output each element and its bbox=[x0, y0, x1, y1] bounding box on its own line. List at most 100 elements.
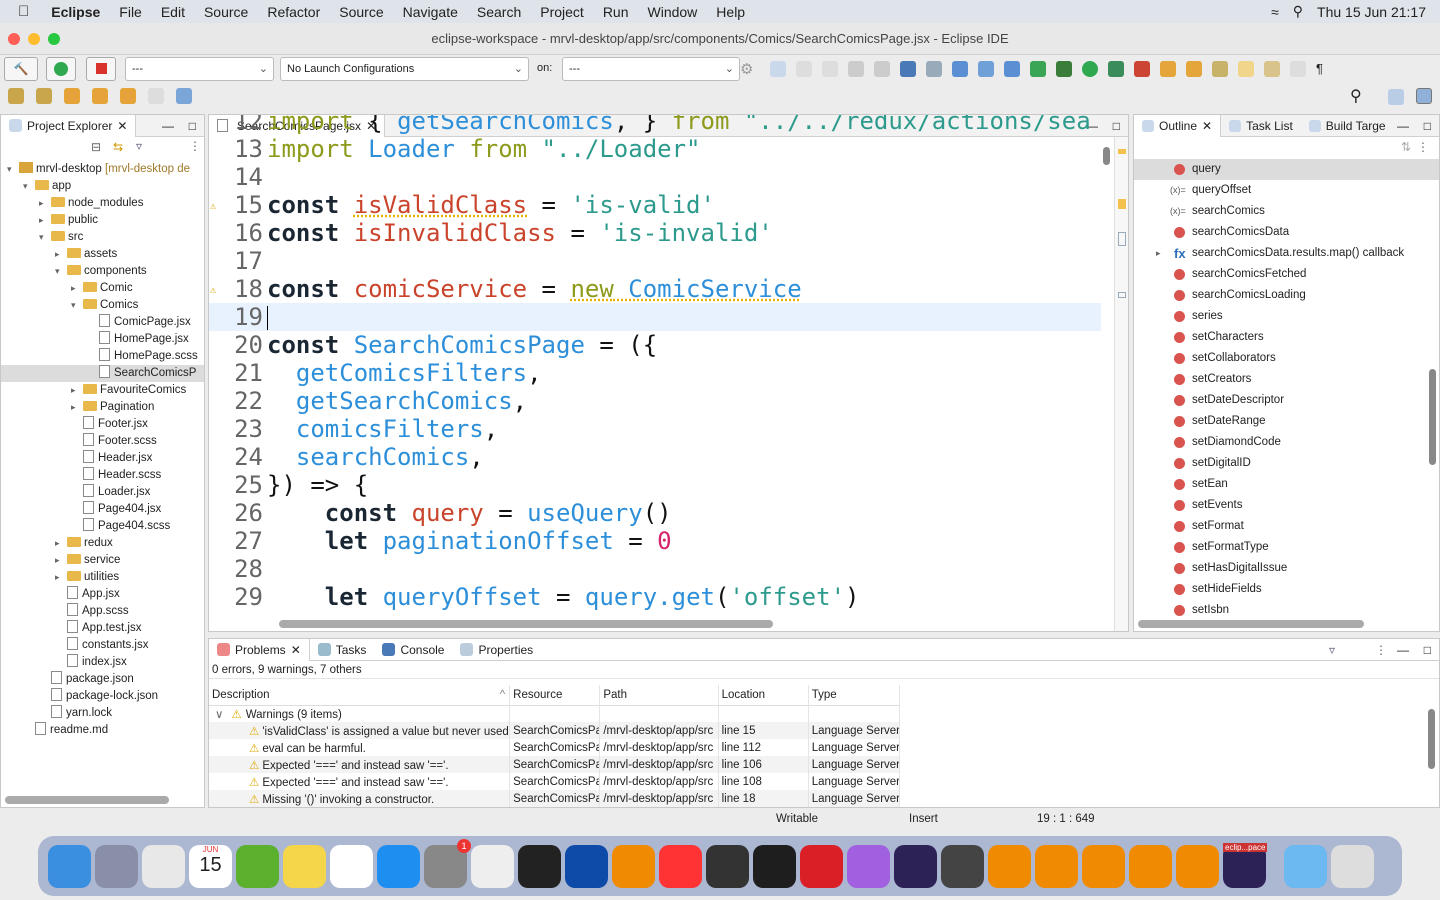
tree-item[interactable]: index.jsx bbox=[1, 654, 204, 671]
column-header-path[interactable]: Path bbox=[599, 685, 719, 705]
dock-nox[interactable] bbox=[706, 844, 749, 888]
table-row[interactable]: ⚠ Expected '===' and instead saw '=='. Sea… bbox=[209, 773, 901, 790]
open-resource-icon[interactable] bbox=[1186, 61, 1202, 77]
dock-vlc-2[interactable] bbox=[988, 844, 1031, 888]
maximize-icon[interactable]: □ bbox=[1424, 643, 1431, 657]
tree-item[interactable]: App.jsx bbox=[1, 586, 204, 603]
minimize-icon[interactable]: — bbox=[1397, 643, 1409, 657]
search-icon[interactable]: ⚲ bbox=[1350, 86, 1362, 106]
dock-vlc[interactable] bbox=[612, 844, 655, 888]
tree-item[interactable]: ▸ node_modules bbox=[1, 195, 204, 212]
menu-help[interactable]: Help bbox=[716, 4, 745, 20]
save-icon[interactable] bbox=[796, 61, 812, 77]
column-header-description[interactable]: Description ^ bbox=[209, 685, 511, 705]
dock-terminal[interactable] bbox=[518, 844, 561, 888]
block-selection-icon[interactable] bbox=[1290, 61, 1306, 77]
tree-item[interactable]: HomePage.scss bbox=[1, 348, 204, 365]
column-header-resource[interactable]: Resource bbox=[509, 685, 601, 705]
menu-search[interactable]: Search bbox=[477, 4, 521, 20]
outline-item[interactable]: searchComicsFetched bbox=[1134, 264, 1439, 285]
close-window-button[interactable] bbox=[8, 33, 20, 45]
stop-button[interactable] bbox=[86, 57, 116, 81]
outline-item[interactable]: setHasDigitalIssue bbox=[1134, 558, 1439, 579]
tree-item[interactable]: App.scss bbox=[1, 603, 204, 620]
outline-item[interactable]: searchComicsLoading bbox=[1134, 285, 1439, 306]
chevron-right-icon[interactable]: ▸ bbox=[55, 535, 67, 552]
chevron-right-icon[interactable]: ▸ bbox=[39, 195, 51, 212]
chevron-right-icon[interactable]: ▸ bbox=[39, 212, 51, 229]
next-annotation-icon[interactable] bbox=[8, 88, 24, 104]
new-package-icon[interactable] bbox=[978, 61, 994, 77]
last-edit-icon[interactable] bbox=[64, 88, 80, 104]
dock-chrome[interactable] bbox=[142, 844, 185, 888]
dock-eclipse-workspace[interactable]: eclip...pace bbox=[1223, 842, 1268, 888]
dock-teamviewer[interactable] bbox=[565, 844, 608, 888]
skip-breakpoints-icon[interactable] bbox=[926, 61, 942, 77]
table-row[interactable]: ⚠ eval can be harmful. SearchComicsPa/mrvl… bbox=[209, 739, 901, 756]
clock[interactable]: Thu 15 Jun 21:17 bbox=[1317, 4, 1426, 20]
tree-item[interactable]: Page404.scss bbox=[1, 518, 204, 535]
tree-item[interactable]: ComicPage.jsx bbox=[1, 314, 204, 331]
tree-item[interactable]: Footer.scss bbox=[1, 433, 204, 450]
dock-vlc-4[interactable] bbox=[1082, 844, 1125, 888]
tree-item[interactable]: ▸ service bbox=[1, 552, 204, 569]
maximize-icon[interactable]: □ bbox=[1424, 119, 1431, 133]
menu-project[interactable]: Project bbox=[540, 4, 584, 20]
tree-item[interactable]: ▾ mrvl-desktop [mrvl-desktop de bbox=[1, 161, 204, 178]
annotation-icon[interactable] bbox=[1264, 61, 1280, 77]
menu-source[interactable]: Source bbox=[204, 4, 248, 20]
gear-icon[interactable]: ⚙ bbox=[740, 60, 753, 78]
close-icon[interactable]: ✕ bbox=[291, 643, 301, 657]
debug-icon[interactable] bbox=[848, 61, 864, 77]
tree-item[interactable]: ▸ assets bbox=[1, 246, 204, 263]
dock-vlc-3[interactable] bbox=[1035, 844, 1078, 888]
horizontal-scrollbar[interactable] bbox=[1138, 620, 1364, 628]
tab-properties[interactable]: Properties bbox=[452, 639, 541, 661]
search-tools-icon[interactable] bbox=[1212, 61, 1228, 77]
menu-navigate[interactable]: Navigate bbox=[403, 4, 458, 20]
dock-reminders[interactable] bbox=[330, 844, 373, 888]
back-icon[interactable] bbox=[92, 88, 108, 104]
tree-item[interactable]: SearchComicsP bbox=[1, 365, 204, 382]
menu-run[interactable]: Run bbox=[603, 4, 629, 20]
new-project-icon[interactable] bbox=[952, 61, 968, 77]
minimize-window-button[interactable] bbox=[28, 33, 40, 45]
debug-bug-icon[interactable] bbox=[1056, 61, 1072, 77]
menu-refactor[interactable]: Refactor bbox=[267, 4, 320, 20]
chevron-right-icon[interactable]: ▸ bbox=[1156, 243, 1161, 264]
vertical-scrollbar[interactable] bbox=[1429, 369, 1436, 465]
external-tools-icon[interactable] bbox=[1108, 61, 1124, 77]
tab-outline[interactable]: Outline ✕ bbox=[1134, 115, 1222, 137]
dock-flower[interactable] bbox=[847, 844, 890, 888]
outline-item[interactable]: (x)= searchComics bbox=[1134, 201, 1439, 222]
tree-item[interactable]: Header.scss bbox=[1, 467, 204, 484]
outline-item[interactable]: setIsbn bbox=[1134, 600, 1439, 621]
mark-occurrences-icon[interactable] bbox=[1238, 61, 1254, 77]
occurrence-marker[interactable] bbox=[1118, 232, 1126, 246]
outline-item[interactable]: setEan bbox=[1134, 474, 1439, 495]
tools-icon[interactable] bbox=[874, 61, 890, 77]
wifi-icon[interactable]: ≈ bbox=[1271, 4, 1279, 20]
outline-item[interactable]: (x)= queryOffset bbox=[1134, 180, 1439, 201]
warning-marker[interactable] bbox=[1118, 199, 1126, 209]
build-button[interactable]: 🔨 bbox=[4, 57, 38, 81]
view-menu-icon[interactable]: ⋮ bbox=[1417, 140, 1429, 154]
tree-item[interactable]: Header.jsx bbox=[1, 450, 204, 467]
launch-button[interactable] bbox=[46, 57, 76, 81]
new-icon[interactable] bbox=[770, 61, 786, 77]
outline-item[interactable]: setEvents bbox=[1134, 495, 1439, 516]
tree-item[interactable]: readme.md bbox=[1, 722, 204, 739]
terminal-icon[interactable] bbox=[900, 61, 916, 77]
chevron-down-icon[interactable]: ∨ bbox=[215, 709, 223, 721]
dock-launchpad[interactable] bbox=[95, 844, 138, 888]
tree-item[interactable]: ▾ app bbox=[1, 178, 204, 195]
chevron-right-icon[interactable]: ▸ bbox=[55, 246, 67, 263]
tree-item[interactable]: Footer.jsx bbox=[1, 416, 204, 433]
link-editor-icon[interactable]: ⇆ bbox=[113, 140, 123, 154]
table-row[interactable]: ⚠'isValidClass' is assigned a value but … bbox=[209, 722, 901, 739]
minimize-icon[interactable]: — bbox=[162, 119, 174, 133]
horizontal-scrollbar[interactable] bbox=[279, 620, 773, 628]
tree-item[interactable]: HomePage.jsx bbox=[1, 331, 204, 348]
menu-source[interactable]: Source bbox=[339, 4, 383, 20]
outline-item[interactable]: setCollaborators bbox=[1134, 348, 1439, 369]
